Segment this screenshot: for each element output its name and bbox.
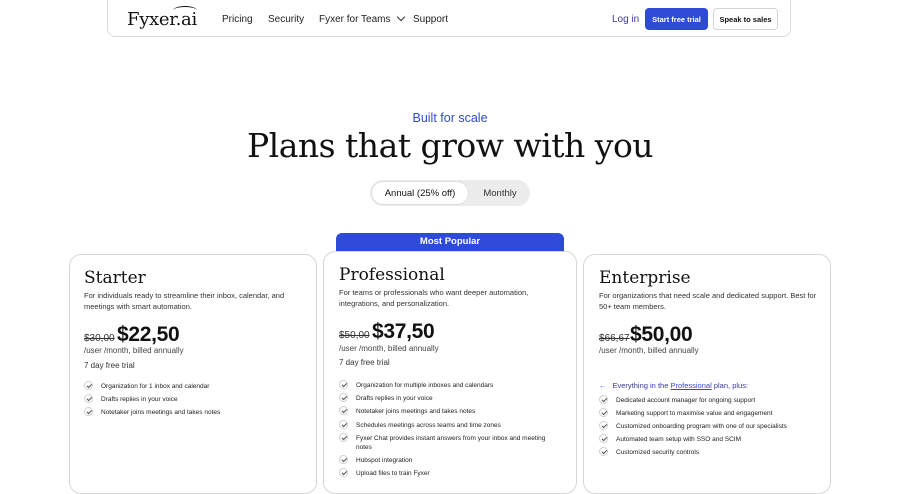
plan-name: Enterprise bbox=[599, 268, 691, 288]
billing-toggle: Annual (25% off) Monthly bbox=[370, 180, 530, 206]
plan-description: For organizations that need scale and de… bbox=[599, 291, 817, 311]
everything-in-professional: ← Everything in the Professional plan, pl… bbox=[599, 381, 748, 390]
toggle-annual[interactable]: Annual (25% off) bbox=[372, 182, 468, 204]
check-icon bbox=[599, 434, 608, 443]
chevron-down-icon bbox=[396, 12, 405, 22]
plan-name: Professional bbox=[339, 265, 445, 285]
start-free-trial-button[interactable]: Start free trial bbox=[645, 8, 708, 30]
feature-text: Organization for 1 inbox and calendar bbox=[101, 383, 210, 390]
feature-text: Hubspot integration bbox=[356, 457, 413, 464]
plan-description: For individuals ready to streamline thei… bbox=[84, 291, 285, 311]
plan-card-professional: Professional For teams or professionals … bbox=[323, 251, 577, 494]
check-icon bbox=[599, 447, 608, 456]
check-icon bbox=[339, 455, 348, 464]
check-icon bbox=[84, 381, 93, 390]
check-icon bbox=[84, 407, 93, 416]
plan-card-enterprise: Enterprise For organizations that need s… bbox=[583, 254, 831, 494]
everything-suffix: plan, plus: bbox=[713, 381, 749, 390]
feature-text: Drafts replies in your voice bbox=[101, 396, 178, 403]
nav-link-security[interactable]: Security bbox=[268, 14, 304, 25]
feature-text: Notetaker joins meetings and takes notes bbox=[356, 408, 476, 415]
toggle-monthly[interactable]: Monthly bbox=[472, 182, 528, 204]
feature-text: Customized security controls bbox=[616, 449, 700, 456]
everything-prefix: Everything in the bbox=[612, 381, 669, 390]
professional-plan-link[interactable]: Professional bbox=[670, 381, 711, 390]
check-icon bbox=[84, 394, 93, 403]
feature-text: Organization for multiple inboxes and ca… bbox=[356, 382, 494, 389]
old-price: $50,00 bbox=[339, 330, 370, 341]
nav-link-teams-label: Fyxer for Teams bbox=[319, 14, 391, 25]
check-icon bbox=[339, 393, 348, 402]
feature-text: Marketing support to maximise value and … bbox=[616, 410, 773, 417]
check-icon bbox=[339, 420, 348, 429]
plan-price: $50,00 bbox=[630, 323, 693, 346]
price-period: /user /month, billed annually bbox=[84, 346, 184, 355]
check-icon bbox=[599, 421, 608, 430]
check-icon bbox=[339, 433, 348, 442]
check-icon bbox=[339, 380, 348, 389]
feature-text: Fyxer Chat provides instant answers from… bbox=[356, 435, 546, 451]
price-period: /user /month, billed annually bbox=[339, 344, 439, 353]
old-price: $30,00 bbox=[84, 333, 115, 344]
price-period: /user /month, billed annually bbox=[599, 346, 699, 355]
plan-card-starter: Starter For individuals ready to streaml… bbox=[69, 254, 317, 494]
check-icon bbox=[339, 468, 348, 477]
logo-swoosh-icon bbox=[173, 6, 197, 15]
plan-price: $22,50 bbox=[117, 323, 180, 346]
nav-link-support[interactable]: Support bbox=[413, 14, 448, 25]
old-price: $66,67 bbox=[599, 333, 630, 344]
feature-text: Notetaker joins meetings and takes notes bbox=[101, 409, 221, 416]
feature-text: Customized onboarding program with one o… bbox=[616, 423, 787, 430]
top-navbar: Fyxer.ai Pricing Security Fyxer for Team… bbox=[107, 0, 791, 37]
most-popular-badge: Most Popular bbox=[336, 233, 564, 251]
feature-text: Dedicated account manager for ongoing su… bbox=[616, 397, 756, 404]
feature-text: Upload files to train Fyxer bbox=[356, 470, 430, 477]
check-icon bbox=[599, 395, 608, 404]
page-headline: Plans that grow with you bbox=[246, 126, 654, 165]
check-icon bbox=[599, 408, 608, 417]
plan-price: $37,50 bbox=[372, 320, 435, 343]
fyxer-logo[interactable]: Fyxer.ai bbox=[127, 6, 197, 30]
check-icon bbox=[339, 406, 348, 415]
feature-text: Drafts replies in your voice bbox=[356, 395, 433, 402]
nav-link-pricing[interactable]: Pricing bbox=[222, 14, 253, 25]
nav-link-teams[interactable]: Fyxer for Teams bbox=[319, 12, 405, 25]
speak-to-sales-button[interactable]: Speak to sales bbox=[713, 8, 778, 30]
plan-name: Starter bbox=[84, 268, 146, 288]
trial-note: 7 day free trial bbox=[84, 361, 135, 370]
plan-description: For teams or professionals who want deep… bbox=[339, 288, 529, 308]
section-eyebrow: Built for scale bbox=[412, 111, 488, 125]
feature-text: Schedules meetings across teams and time… bbox=[356, 422, 501, 429]
arrow-left-icon: ← bbox=[599, 381, 607, 390]
trial-note: 7 day free trial bbox=[339, 358, 390, 367]
feature-text: Automated team setup with SSO and SCIM bbox=[616, 436, 742, 443]
login-link[interactable]: Log in bbox=[612, 14, 639, 25]
